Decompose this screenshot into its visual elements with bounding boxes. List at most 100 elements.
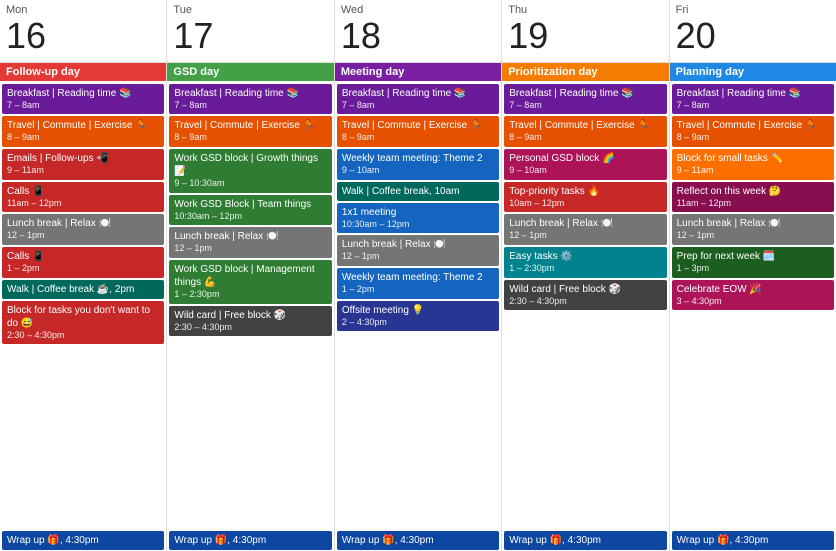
event[interactable]: Emails | Follow-ups 📲9 – 11am xyxy=(2,149,164,180)
event[interactable]: Walk | Coffee break, 10am xyxy=(337,182,499,201)
event-title: Work GSD block | Management things 💪 xyxy=(174,264,314,288)
event-title: Weekly team meeting: Theme 2 xyxy=(342,272,483,283)
event-title: Travel | Commute | Exercise 🏃 xyxy=(342,120,483,131)
event[interactable]: Travel | Commute | Exercise 🏃8 – 9am xyxy=(2,116,164,147)
event[interactable]: Offsite meeting 💡2 – 4:30pm xyxy=(337,301,499,332)
event[interactable]: Block for small tasks ✏️9 – 11am xyxy=(672,149,834,180)
event[interactable]: Travel | Commute | Exercise 🏃8 – 9am xyxy=(337,116,499,147)
event-time: 1 – 2:30pm xyxy=(509,263,661,275)
event-time: 12 – 1pm xyxy=(509,230,661,242)
event-time: 12 – 1pm xyxy=(342,251,494,263)
event[interactable]: Personal GSD block 🌈9 – 10am xyxy=(504,149,666,180)
wrap-up-event[interactable]: Wrap up 🎁, 4:30pm xyxy=(504,531,666,550)
day-number: 17 xyxy=(173,16,327,56)
event-time: 1 – 2pm xyxy=(342,284,494,296)
event-time: 2:30 – 4:30pm xyxy=(7,330,159,342)
event-time: 8 – 9am xyxy=(342,132,494,144)
event[interactable]: Lunch break | Relax 🍽️12 – 1pm xyxy=(169,227,331,258)
day-number: 19 xyxy=(508,16,662,56)
wrap-up-event[interactable]: Wrap up 🎁, 4:30pm xyxy=(337,531,499,550)
event-title: Travel | Commute | Exercise 🏃 xyxy=(509,120,650,131)
day-label: Planning day xyxy=(670,63,836,81)
day-col-wed: Wed18Meeting dayBreakfast | Reading time… xyxy=(335,0,502,551)
event[interactable]: Top-priority tasks 🔥10am – 12pm xyxy=(504,182,666,213)
wrap-up-event[interactable]: Wrap up 🎁, 4:30pm xyxy=(169,531,331,550)
day-number: 16 xyxy=(6,16,160,56)
event[interactable]: Breakfast | Reading time 📚7 – 8am xyxy=(169,84,331,115)
event[interactable]: Prep for next week 🗓️1 – 3pm xyxy=(672,247,834,278)
event-title: Breakfast | Reading time 📚 xyxy=(174,88,299,99)
event-title: Breakfast | Reading time 📚 xyxy=(342,88,467,99)
day-header: Fri20 xyxy=(670,0,836,63)
event-time: 8 – 9am xyxy=(509,132,661,144)
day-label: Meeting day xyxy=(335,63,501,81)
day-col-tue: Tue17GSD day Breakfast | Reading time 📚7 … xyxy=(167,0,334,551)
event-time: 10am – 12pm xyxy=(509,198,661,210)
event[interactable]: Calls 📱1 – 2pm xyxy=(2,247,164,278)
event-time: 9 – 10am xyxy=(342,165,494,177)
event-time: 10:30am – 12pm xyxy=(342,219,494,231)
day-number: 18 xyxy=(341,16,495,56)
day-col-thu: Thu19Prioritization dayBreakfast | Readi… xyxy=(502,0,669,551)
event-time: 1 – 2:30pm xyxy=(174,289,326,301)
event[interactable]: Work GSD block | Growth things 📝9 – 10:3… xyxy=(169,149,331,193)
day-number: 20 xyxy=(676,16,830,56)
event-title: Work GSD block | Growth things 📝 xyxy=(174,153,318,177)
event-time: 12 – 1pm xyxy=(677,230,829,242)
event[interactable]: Breakfast | Reading time 📚7 – 8am xyxy=(337,84,499,115)
event-time: 7 – 8am xyxy=(7,100,159,112)
day-header: Tue17 xyxy=(167,0,333,63)
event-title: Work GSD Block | Team things xyxy=(174,199,311,210)
wrap-up-event[interactable]: Wrap up 🎁, 4:30pm xyxy=(2,531,164,550)
event-title: Block for tasks you don't want to do 😅 xyxy=(7,305,150,329)
event-title: Walk | Coffee break ☕, 2pm xyxy=(7,284,134,295)
event-time: 9 – 11am xyxy=(7,165,159,177)
event-title: Lunch break | Relax 🍽️ xyxy=(342,239,446,250)
event[interactable]: Travel | Commute | Exercise 🏃8 – 9am xyxy=(504,116,666,147)
event-time: 8 – 9am xyxy=(677,132,829,144)
event-title: Lunch break | Relax 🍽️ xyxy=(509,218,613,229)
event-time: 2 – 4:30pm xyxy=(342,317,494,329)
event[interactable]: Work GSD Block | Team things10:30am – 12… xyxy=(169,195,331,226)
event[interactable]: Lunch break | Relax 🍽️12 – 1pm xyxy=(504,214,666,245)
event[interactable]: Reflect on this week 🤔11am – 12pm xyxy=(672,182,834,213)
event[interactable]: 1x1 meeting10:30am – 12pm xyxy=(337,203,499,234)
event-time: 8 – 9am xyxy=(174,132,326,144)
event-title: Breakfast | Reading time 📚 xyxy=(677,88,802,99)
event-time: 12 – 1pm xyxy=(7,230,159,242)
event-title: Weekly team meeting: Theme 2 xyxy=(342,153,483,164)
event[interactable]: Calls 📱11am – 12pm xyxy=(2,182,164,213)
event[interactable]: Work GSD block | Management things 💪1 – … xyxy=(169,260,331,304)
event-title: Breakfast | Reading time 📚 xyxy=(7,88,132,99)
event[interactable]: Block for tasks you don't want to do 😅2:… xyxy=(2,301,164,345)
event-title: Travel | Commute | Exercise 🏃 xyxy=(174,120,315,131)
event-title: Travel | Commute | Exercise 🏃 xyxy=(7,120,148,131)
event-time: 12 – 1pm xyxy=(174,243,326,255)
event[interactable]: Travel | Commute | Exercise 🏃8 – 9am xyxy=(672,116,834,147)
calendar: Mon16Follow-up dayBreakfast | Reading ti… xyxy=(0,0,836,551)
event-time: 1 – 3pm xyxy=(677,263,829,275)
event[interactable]: Breakfast | Reading time 📚7 – 8am xyxy=(504,84,666,115)
event-title: Prep for next week 🗓️ xyxy=(677,251,776,262)
event[interactable]: Breakfast | Reading time 📚7 – 8am xyxy=(2,84,164,115)
event[interactable]: Walk | Coffee break ☕, 2pm xyxy=(2,280,164,299)
event[interactable]: Wild card | Free block 🎲2:30 – 4:30pm xyxy=(504,280,666,311)
event-title: Lunch break | Relax 🍽️ xyxy=(677,218,781,229)
day-label: GSD day xyxy=(167,63,333,81)
event[interactable]: Wild card | Free block 🎲2:30 – 4:30pm xyxy=(169,306,331,337)
event[interactable]: Lunch break | Relax 🍽️12 – 1pm xyxy=(672,214,834,245)
event[interactable]: Weekly team meeting: Theme 29 – 10am xyxy=(337,149,499,180)
day-header: Mon16 xyxy=(0,0,166,63)
event[interactable]: Breakfast | Reading time 📚7 – 8am xyxy=(672,84,834,115)
event[interactable]: Travel | Commute | Exercise 🏃8 – 9am xyxy=(169,116,331,147)
day-col-mon: Mon16Follow-up dayBreakfast | Reading ti… xyxy=(0,0,167,551)
event-title: Breakfast | Reading time 📚 xyxy=(509,88,634,99)
event[interactable]: Celebrate EOW 🎉3 – 4:30pm xyxy=(672,280,834,311)
event[interactable]: Lunch break | Relax 🍽️12 – 1pm xyxy=(337,235,499,266)
event[interactable]: Weekly team meeting: Theme 21 – 2pm xyxy=(337,268,499,299)
event[interactable]: Easy tasks ⚙️1 – 2:30pm xyxy=(504,247,666,278)
event[interactable]: Lunch break | Relax 🍽️12 – 1pm xyxy=(2,214,164,245)
day-col-fri: Fri20Planning day Breakfast | Reading tim… xyxy=(670,0,836,551)
event-title: Lunch break | Relax 🍽️ xyxy=(174,231,278,242)
wrap-up-event[interactable]: Wrap up 🎁, 4:30pm xyxy=(672,531,834,550)
